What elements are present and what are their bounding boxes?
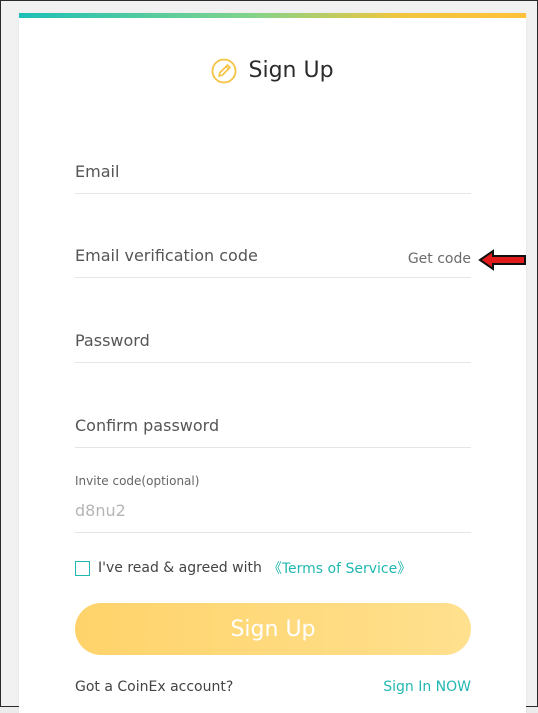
verification-code-field[interactable]: Email verification code Get code — [75, 237, 471, 278]
signin-prompt: Got a CoinEx account? Sign In NOW — [75, 679, 471, 695]
invite-code-label: Invite code(optional) — [75, 474, 200, 488]
agree-checkbox[interactable] — [75, 560, 90, 576]
invite-code-value: d8nu2 — [75, 501, 126, 520]
sign-in-link[interactable]: Sign In NOW — [383, 679, 471, 695]
confirm-password-field[interactable]: Confirm password — [75, 407, 471, 448]
get-code-button[interactable]: Get code — [408, 251, 471, 267]
email-placeholder: Email — [75, 162, 120, 181]
invite-code-field[interactable]: Invite code(optional) d8nu2 — [75, 474, 471, 533]
pencil-icon — [211, 58, 237, 84]
terms-agreement: I've read & agreed with 《Terms of Servic… — [75, 559, 411, 577]
page-title: Sign Up — [248, 58, 334, 83]
account-prompt-text: Got a CoinEx account? — [75, 679, 234, 695]
confirm-password-placeholder: Confirm password — [75, 416, 220, 435]
accent-bar — [19, 13, 526, 18]
signup-button[interactable]: Sign Up — [75, 603, 471, 655]
password-placeholder: Password — [75, 331, 150, 350]
signup-card: Sign Up Email Email verification code Ge… — [19, 13, 526, 713]
terms-of-service-link[interactable]: 《Terms of Service》 — [268, 558, 411, 578]
window-frame: Sign Up Email Email verification code Ge… — [0, 0, 538, 713]
email-field[interactable]: Email — [75, 153, 471, 194]
verification-code-placeholder: Email verification code — [75, 246, 258, 265]
password-field[interactable]: Password — [75, 322, 471, 363]
agree-text: I've read & agreed with — [98, 560, 262, 576]
annotation-arrow-icon — [478, 249, 526, 271]
page-header: Sign Up — [19, 58, 526, 84]
